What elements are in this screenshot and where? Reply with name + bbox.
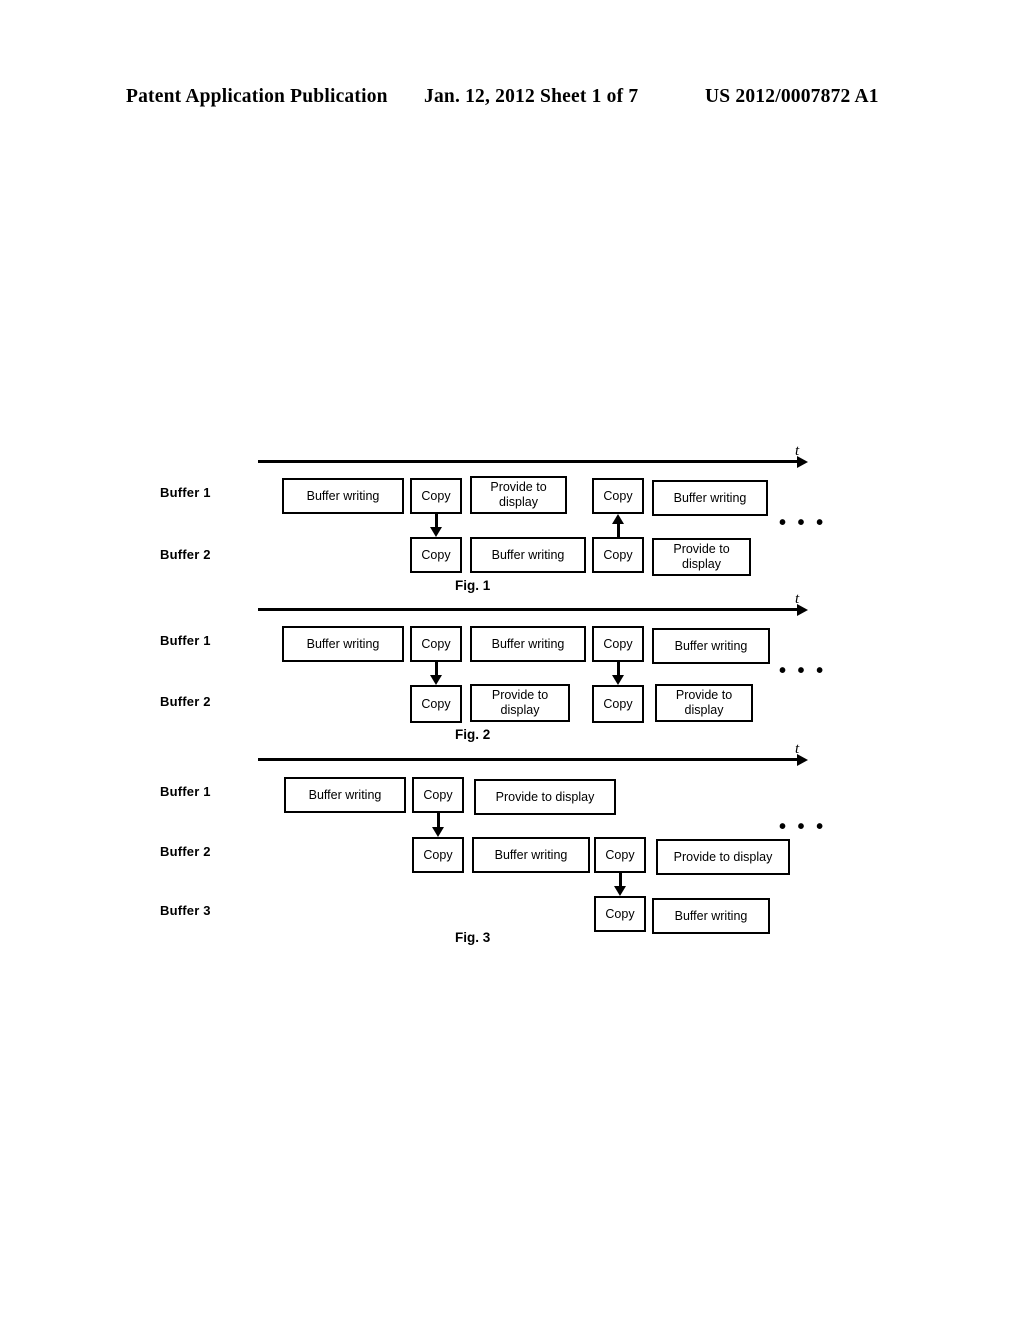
figure-1-buffer1-block-4: Copy <box>592 478 644 514</box>
figure-1-buffer1-block-1: Buffer writing <box>282 478 404 514</box>
arrow-stem <box>437 813 440 828</box>
figure-2-caption: Fig. 2 <box>455 727 491 742</box>
figure-2-continuation-ellipsis: • • • <box>779 660 827 682</box>
figure-2-buffer1-block-2: Copy <box>410 626 462 662</box>
figure-1-buffer1-block-5: Buffer writing <box>652 480 768 516</box>
figure-1-continuation-ellipsis: • • • <box>779 512 827 534</box>
figure-3-time-axis <box>258 753 808 766</box>
arrow-head-down-icon <box>612 675 624 685</box>
arrow-stem <box>617 662 620 676</box>
figure-2-buffer1-block-1: Buffer writing <box>282 626 404 662</box>
figure-2-buffer2-label: Buffer 2 <box>160 694 211 709</box>
figure-3-buffer2-block-2: Buffer writing <box>472 837 590 873</box>
figure-1-buffer1-block-3: Provide to display <box>470 476 567 514</box>
figure-3-buffer1-block-1: Buffer writing <box>284 777 406 813</box>
figure-1-arrow-up-1 <box>612 514 624 537</box>
figure-3-buffer3-block-1: Copy <box>594 896 646 932</box>
figure-1-buffer2-block-1: Copy <box>410 537 462 573</box>
figure-2-buffer1-block-3: Buffer writing <box>470 626 586 662</box>
arrow-stem <box>619 872 622 887</box>
arrow-head-down-icon <box>614 886 626 896</box>
figure-3-time-label: t <box>795 741 800 757</box>
axis-line <box>258 460 799 463</box>
figure-1-caption: Fig. 1 <box>455 578 491 593</box>
figure-1-buffer1-label: Buffer 1 <box>160 485 211 500</box>
figure-2-buffer2-block-4: Provide to display <box>655 684 753 722</box>
figure-2-arrow-down-2 <box>612 662 624 685</box>
figure-1-buffer2-block-3: Copy <box>592 537 644 573</box>
figure-3-buffer2-label: Buffer 2 <box>160 844 211 859</box>
figure-1-buffer2-block-2: Buffer writing <box>470 537 586 573</box>
publication-number: US 2012/0007872 A1 <box>705 86 879 107</box>
figure-3-arrow-down-2 <box>614 872 626 896</box>
figure-3-arrow-down-1 <box>432 813 444 837</box>
figure-1-buffer2-label: Buffer 2 <box>160 547 211 562</box>
figure-2-buffer2-block-3: Copy <box>592 685 644 723</box>
figure-2-buffer2-block-1: Copy <box>410 685 462 723</box>
figure-2-buffer1-label: Buffer 1 <box>160 633 211 648</box>
figure-3-buffer2-block-1: Copy <box>412 837 464 873</box>
figure-3-continuation-ellipsis: • • • <box>779 816 827 838</box>
figure-3-buffer1-block-2: Copy <box>412 777 464 813</box>
figure-2-arrow-down-1 <box>430 662 442 685</box>
publication-date-sheet: Jan. 12, 2012 Sheet 1 of 7 <box>424 86 639 107</box>
figure-1-arrow-down-1 <box>430 514 442 537</box>
page-header: Patent Application Publication Jan. 12, … <box>0 86 1024 116</box>
figure-1-time-axis <box>258 455 808 468</box>
figure-3-buffer1-label: Buffer 1 <box>160 784 211 799</box>
axis-line <box>258 608 799 611</box>
axis-line <box>258 758 799 761</box>
figure-1-time-label: t <box>795 443 800 459</box>
arrow-head-down-icon <box>430 527 442 537</box>
figure-1-buffer1-block-2: Copy <box>410 478 462 514</box>
publication-title: Patent Application Publication <box>126 86 388 107</box>
arrow-head-down-icon <box>432 827 444 837</box>
arrow-stem <box>617 523 620 537</box>
arrow-stem <box>435 514 438 528</box>
figure-2-buffer1-block-5: Buffer writing <box>652 628 770 664</box>
arrow-head-down-icon <box>430 675 442 685</box>
figure-3-buffer2-block-3: Copy <box>594 837 646 873</box>
figure-1-buffer2-block-4: Provide to display <box>652 538 751 576</box>
figure-3-buffer2-block-4: Provide to display <box>656 839 790 875</box>
figure-2-buffer1-block-4: Copy <box>592 626 644 662</box>
figure-3-buffer3-block-2: Buffer writing <box>652 898 770 934</box>
figure-3-caption: Fig. 3 <box>455 930 491 945</box>
figure-2-time-axis <box>258 603 808 616</box>
figure-3-buffer1-block-3: Provide to display <box>474 779 616 815</box>
figure-2-time-label: t <box>795 591 800 607</box>
figure-3-buffer3-label: Buffer 3 <box>160 903 211 918</box>
arrow-stem <box>435 662 438 676</box>
figure-2-buffer2-block-2: Provide to display <box>470 684 570 722</box>
